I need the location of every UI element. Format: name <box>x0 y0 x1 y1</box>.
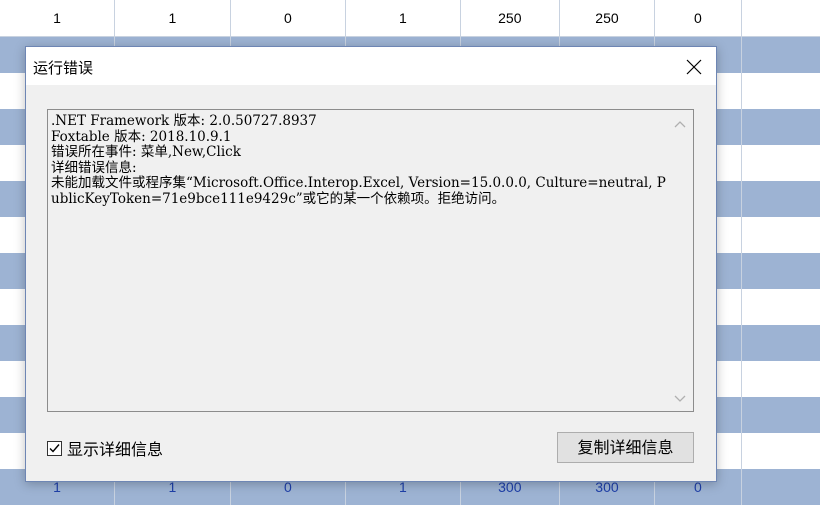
error-dialog: 运行错误 .NET Framework 版本: 2.0.50727.8937 F… <box>25 46 717 482</box>
table-cell[interactable] <box>742 109 820 145</box>
error-details-textbox[interactable]: .NET Framework 版本: 2.0.50727.8937 Foxtab… <box>47 109 694 412</box>
table-cell[interactable] <box>742 0 820 36</box>
table-cell[interactable]: 250 <box>461 0 560 36</box>
table-cell[interactable] <box>742 325 820 361</box>
table-cell[interactable] <box>742 37 820 73</box>
table-cell[interactable] <box>742 181 820 217</box>
table-cell[interactable] <box>742 397 820 433</box>
table-cell[interactable]: 1 <box>346 0 461 36</box>
table-cell[interactable]: 250 <box>560 0 656 36</box>
table-cell[interactable]: 0 <box>655 0 742 36</box>
table-cell[interactable] <box>742 145 820 181</box>
table-cell[interactable] <box>742 73 820 109</box>
table-cell[interactable]: 1 <box>0 0 115 36</box>
dialog-title: 运行错误 <box>33 59 94 77</box>
scroll-up-icon[interactable] <box>673 118 687 132</box>
table-cell[interactable] <box>742 289 820 325</box>
copy-details-button[interactable]: 复制详细信息 <box>557 432 694 463</box>
close-icon <box>686 59 702 75</box>
table-cell[interactable] <box>742 433 820 469</box>
scroll-down-icon[interactable] <box>673 391 687 405</box>
table-cell[interactable] <box>742 253 820 289</box>
table-cell[interactable] <box>742 217 820 253</box>
table-cell[interactable] <box>742 361 820 397</box>
error-details-text: .NET Framework 版本: 2.0.50727.8937 Foxtab… <box>51 113 666 207</box>
dialog-titlebar: 运行错误 <box>26 47 716 85</box>
table-row[interactable]: 1 1 0 1 250 250 0 <box>0 0 820 37</box>
table-cell[interactable]: 1 <box>115 0 231 36</box>
close-button[interactable] <box>672 47 716 85</box>
table-cell[interactable] <box>742 469 820 505</box>
show-details-checkbox[interactable]: 显示详细信息 <box>47 437 163 459</box>
show-details-label: 显示详细信息 <box>67 440 164 459</box>
checkmark-icon <box>49 443 60 453</box>
table-cell[interactable]: 0 <box>231 0 346 36</box>
checkbox-box[interactable] <box>47 440 62 456</box>
